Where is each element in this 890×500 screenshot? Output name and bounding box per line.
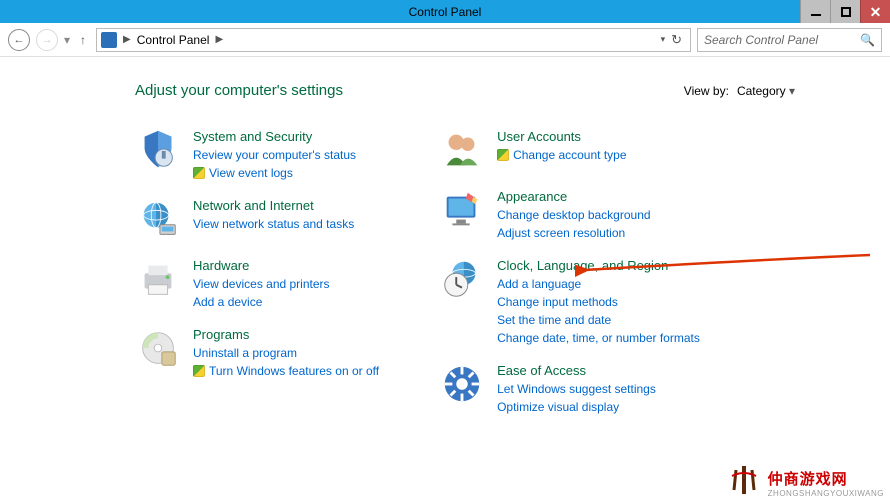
printer-icon <box>135 256 181 302</box>
up-button[interactable]: ↑ <box>76 33 90 47</box>
category-title[interactable]: Ease of Access <box>497 363 656 378</box>
category-title[interactable]: User Accounts <box>497 129 626 144</box>
category-title[interactable]: Hardware <box>193 258 330 273</box>
link-change-input-methods[interactable]: Change input methods <box>497 293 700 311</box>
right-column: User Accounts Change account type Appear… <box>439 127 700 430</box>
forward-button[interactable]: → <box>36 29 58 51</box>
category-ease-of-access: Ease of Access Let Windows suggest setti… <box>439 361 700 416</box>
users-icon <box>439 127 485 173</box>
link-uninstall-program[interactable]: Uninstall a program <box>193 344 379 362</box>
maximize-button[interactable] <box>830 0 860 23</box>
minimize-button[interactable] <box>800 0 830 23</box>
category-title[interactable]: Appearance <box>497 189 650 204</box>
close-button[interactable]: ✕ <box>860 0 890 23</box>
link-add-device[interactable]: Add a device <box>193 293 330 311</box>
link-windows-features[interactable]: Turn Windows features on or off <box>193 362 379 380</box>
link-adjust-screen-resolution[interactable]: Adjust screen resolution <box>497 224 650 242</box>
link-change-desktop-background[interactable]: Change desktop background <box>497 206 650 224</box>
link-view-devices[interactable]: View devices and printers <box>193 275 330 293</box>
view-by-selector[interactable]: View by: Category <box>684 84 795 98</box>
monitor-appearance-icon <box>439 187 485 233</box>
ease-of-access-icon <box>439 361 485 407</box>
content-area: Adjust your computer's settings View by:… <box>0 57 890 450</box>
refresh-button[interactable]: ↻ <box>671 32 682 48</box>
page-heading: Adjust your computer's settings <box>135 82 343 99</box>
category-clock-language-region: Clock, Language, and Region Add a langua… <box>439 256 700 347</box>
category-columns: System and Security Review your computer… <box>135 127 850 430</box>
watermark-logo-icon <box>726 462 762 498</box>
programs-disc-icon <box>135 325 181 371</box>
navbar: ← → ▾ ↑ ▶ Control Panel ▶ ▾ ↻ Search Con… <box>0 23 890 57</box>
watermark-subtext: ZHONGSHANGYOUXIWANG <box>768 489 884 498</box>
watermark-text: 仲商游戏网 <box>768 471 848 488</box>
viewby-value[interactable]: Category <box>737 84 795 98</box>
category-network-internet: Network and Internet View network status… <box>135 196 379 242</box>
category-title[interactable]: Network and Internet <box>193 198 354 213</box>
link-change-date-formats[interactable]: Change date, time, or number formats <box>497 329 700 347</box>
breadcrumb-root[interactable]: Control Panel <box>137 33 210 47</box>
back-button[interactable]: ← <box>8 29 30 51</box>
search-placeholder: Search Control Panel <box>704 33 818 47</box>
link-optimize-visual-display[interactable]: Optimize visual display <box>497 398 656 416</box>
search-icon[interactable]: 🔍 <box>860 33 875 47</box>
search-input[interactable]: Search Control Panel 🔍 <box>697 28 882 52</box>
watermark: 仲商游戏网 ZHONGSHANGYOUXIWANG <box>726 462 884 498</box>
window-title: Control Panel <box>409 5 482 19</box>
shield-icon <box>135 127 181 173</box>
viewby-label: View by: <box>684 84 729 98</box>
address-bar[interactable]: ▶ Control Panel ▶ ▾ ↻ <box>96 28 691 52</box>
nav-separator: ▾ <box>64 33 70 47</box>
globe-network-icon <box>135 196 181 242</box>
link-view-network-status[interactable]: View network status and tasks <box>193 215 354 233</box>
category-user-accounts: User Accounts Change account type <box>439 127 700 173</box>
category-title[interactable]: Programs <box>193 327 379 342</box>
link-windows-suggest-settings[interactable]: Let Windows suggest settings <box>497 380 656 398</box>
category-hardware: Hardware View devices and printers Add a… <box>135 256 379 311</box>
link-review-status[interactable]: Review your computer's status <box>193 146 356 164</box>
link-set-time-date[interactable]: Set the time and date <box>497 311 700 329</box>
category-system-security: System and Security Review your computer… <box>135 127 379 182</box>
left-column: System and Security Review your computer… <box>135 127 379 430</box>
address-dropdown-icon[interactable]: ▾ <box>661 34 666 45</box>
titlebar: Control Panel ✕ <box>0 0 890 23</box>
link-change-account-type[interactable]: Change account type <box>497 146 626 164</box>
category-title[interactable]: System and Security <box>193 129 356 144</box>
category-title[interactable]: Clock, Language, and Region <box>497 258 700 273</box>
link-view-event-logs[interactable]: View event logs <box>193 164 356 182</box>
chevron-right-icon: ▶ <box>121 34 133 45</box>
chevron-right-icon: ▶ <box>213 34 225 45</box>
control-panel-icon <box>101 32 117 48</box>
content-header: Adjust your computer's settings View by:… <box>135 82 850 99</box>
clock-globe-icon <box>439 256 485 302</box>
window-controls: ✕ <box>800 0 890 23</box>
category-programs: Programs Uninstall a program Turn Window… <box>135 325 379 380</box>
category-appearance: Appearance Change desktop background Adj… <box>439 187 700 242</box>
link-add-a-language[interactable]: Add a language <box>497 275 700 293</box>
